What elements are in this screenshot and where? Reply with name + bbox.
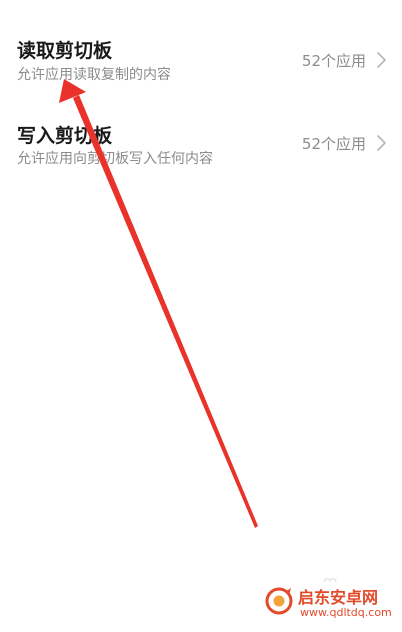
write-clipboard-description: 允许应用向剪切板写入任何内容: [17, 151, 213, 167]
read-clipboard-row[interactable]: 读取剪切板 允许应用读取复制的内容 52个应用: [0, 0, 402, 90]
write-clipboard-app-count: 52个应用: [301, 135, 366, 153]
chevron-right-icon: [377, 135, 386, 151]
read-clipboard-app-count: 52个应用: [301, 52, 366, 70]
write-clipboard-title: 写入剪切板: [17, 125, 113, 147]
site-logo-icon: [265, 587, 293, 615]
chevron-right-icon: [377, 52, 386, 68]
write-clipboard-row[interactable]: 写入剪切板 允许应用向剪切板写入任何内容 52个应用: [0, 90, 402, 180]
site-watermark: 启东安卓网 www.qdltdq.com: [264, 582, 394, 626]
settings-list: 读取剪切板 允许应用读取复制的内容 52个应用 写入剪切板 允许应用向剪切板写入…: [0, 0, 402, 167]
clipboard-permission-page: 读取剪切板 允许应用读取复制的内容 52个应用 写入剪切板 允许应用向剪切板写入…: [0, 0, 402, 632]
read-clipboard-title: 读取剪切板: [17, 40, 113, 62]
watermark-site-url: www.qdltdq.com: [300, 606, 392, 619]
watermark-site-name: 启东安卓网: [298, 588, 379, 607]
read-clipboard-description: 允许应用读取复制的内容: [17, 67, 171, 83]
